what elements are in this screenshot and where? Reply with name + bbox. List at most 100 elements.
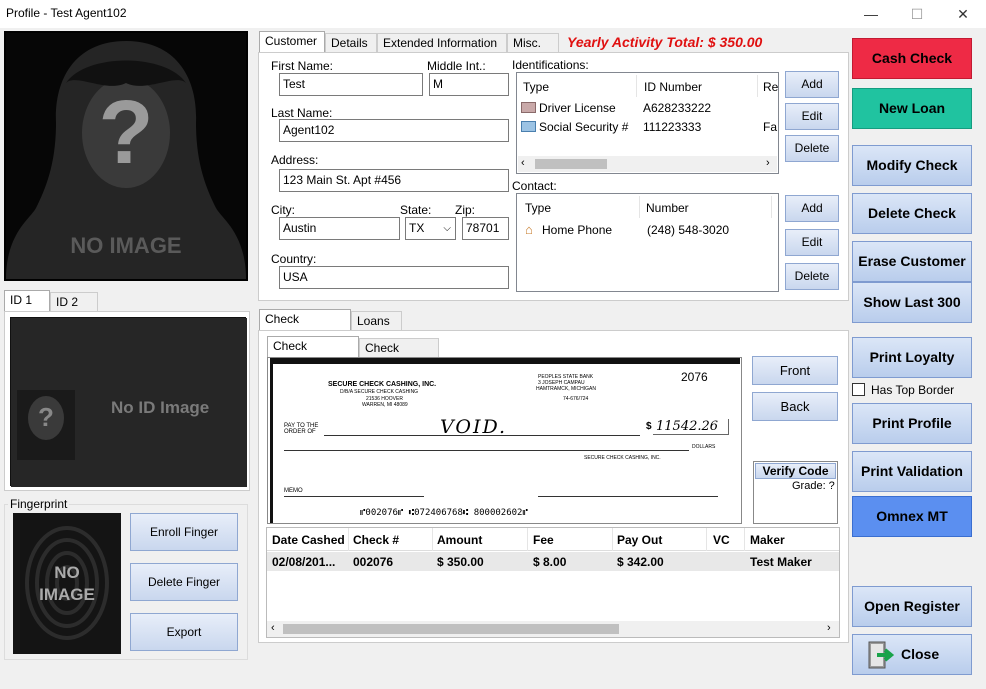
check-words-line: [284, 450, 689, 451]
delete-contact-button[interactable]: Delete: [785, 263, 839, 290]
last-name-label: Last Name:: [271, 106, 333, 120]
address-label: Address:: [271, 153, 319, 167]
id-extra: Fa: [763, 120, 778, 134]
city-field[interactable]: Austin: [279, 217, 400, 240]
fingerprint-image: NO IMAGE: [13, 513, 121, 654]
svg-text:?: ?: [99, 83, 154, 183]
add-contact-button[interactable]: Add: [785, 195, 839, 222]
middle-initial-field[interactable]: M: [429, 73, 509, 96]
new-loan-button[interactable]: New Loan: [852, 88, 972, 129]
close-button[interactable]: Close: [852, 634, 972, 675]
col-amount: Amount: [437, 533, 483, 547]
address-field[interactable]: 123 Main St. Apt #456: [279, 169, 509, 192]
front-button[interactable]: Front: [752, 356, 838, 385]
id-col-extra: Re: [763, 80, 779, 94]
id-col-type: Type: [523, 80, 550, 94]
enroll-finger-button[interactable]: Enroll Finger: [130, 513, 238, 551]
scrollbar-thumb[interactable]: [535, 159, 607, 169]
horizontal-scrollbar[interactable]: ‹ ›: [518, 156, 777, 172]
cash-check-button[interactable]: Cash Check: [852, 38, 972, 79]
check-image: SECURE CHECK CASHING, INC. D/B/A SECURE …: [267, 357, 742, 524]
scroll-right-icon[interactable]: ›: [827, 622, 831, 634]
check-order-of: ORDER OF: [284, 429, 316, 435]
id-col-number: ID Number: [644, 80, 703, 94]
check-routing-fraction: 74-676/724: [563, 396, 589, 402]
cell-amount: $ 350.00: [437, 555, 484, 569]
contact-number: (248) 548-3020: [647, 223, 730, 237]
delete-check-button[interactable]: Delete Check: [852, 193, 972, 234]
check-scan-edge: [270, 358, 740, 364]
edit-contact-button[interactable]: Edit: [785, 229, 839, 256]
table-header: Date Cashed Check # Amount Fee Pay Out V…: [267, 528, 839, 551]
print-validation-button[interactable]: Print Validation: [852, 451, 972, 492]
edit-id-button[interactable]: Edit: [785, 103, 839, 130]
scroll-left-icon[interactable]: ‹: [521, 157, 525, 169]
last-name-field[interactable]: Agent102: [279, 119, 509, 142]
first-name-label: First Name:: [271, 59, 334, 73]
scroll-right-icon[interactable]: ›: [766, 157, 770, 169]
check-company: SECURE CHECK CASHING, INC.: [328, 381, 437, 388]
cell-fee: $ 8.00: [533, 555, 567, 569]
check-scan-edge: [270, 364, 273, 523]
column-divider: [636, 75, 637, 97]
minimize-button[interactable]: —: [848, 0, 894, 28]
list-item[interactable]: ⌂ Home Phone (248) 548-3020: [523, 221, 773, 239]
checks-table: Date Cashed Check # Amount Fee Pay Out V…: [266, 527, 840, 638]
tab-check-cashing[interactable]: Check Cashing: [259, 309, 351, 344]
back-button[interactable]: Back: [752, 392, 838, 421]
tab-details[interactable]: Details: [325, 33, 377, 53]
cell-date-cashed: 02/08/201...: [272, 555, 336, 569]
export-button[interactable]: Export: [130, 613, 238, 651]
maximize-button[interactable]: ☐: [894, 0, 940, 28]
horizontal-scrollbar[interactable]: ‹ ›: [267, 621, 839, 637]
tab-misc[interactable]: Misc.: [507, 33, 559, 53]
column-divider: [612, 528, 613, 551]
zip-field[interactable]: 78701: [462, 217, 509, 240]
show-last-300-button[interactable]: Show Last 300: [852, 282, 972, 323]
id-image-caption: No ID Image: [111, 398, 210, 417]
table-row[interactable]: 02/08/201... 002076 $ 350.00 $ 8.00 $ 34…: [267, 552, 839, 571]
state-select[interactable]: TX ⌵: [405, 217, 456, 240]
tab-id2[interactable]: ID 2: [50, 292, 98, 312]
tab-customer[interactable]: Customer: [259, 31, 325, 53]
check-amount: 11542.26: [653, 419, 729, 435]
scroll-left-icon[interactable]: ‹: [271, 622, 275, 634]
close-label: Close: [901, 646, 940, 662]
zip-label: Zip:: [455, 203, 476, 217]
country-field[interactable]: USA: [279, 266, 509, 289]
contact-col-number: Number: [646, 201, 689, 215]
column-divider: [639, 196, 640, 218]
tab-id1[interactable]: ID 1: [4, 290, 50, 312]
column-divider: [744, 528, 745, 551]
tab-loans[interactable]: Loans: [351, 311, 402, 331]
check-dollars: DOLLARS: [692, 444, 716, 450]
erase-customer-button[interactable]: Erase Customer: [852, 241, 972, 282]
print-loyalty-button[interactable]: Print Loyalty: [852, 337, 972, 378]
id-number: A628233222: [643, 101, 712, 115]
list-item[interactable]: Driver License A628233222: [521, 100, 776, 118]
omnex-mt-button[interactable]: Omnex MT: [852, 496, 972, 537]
tab-check-search[interactable]: Check Search: [359, 338, 439, 373]
add-id-button[interactable]: Add: [785, 71, 839, 98]
close-window-button[interactable]: ✕: [940, 0, 986, 28]
col-fee: Fee: [533, 533, 554, 547]
list-item[interactable]: Social Security # 111223333 Fa: [521, 119, 778, 137]
tab-check-pictures[interactable]: Check Pictures: [267, 336, 359, 371]
contact-col-type: Type: [525, 201, 552, 215]
first-name-field[interactable]: Test: [279, 73, 423, 96]
home-icon: ⌂: [525, 222, 533, 237]
check-number: 2076: [681, 370, 708, 384]
verify-code-button[interactable]: Verify Code: [755, 463, 836, 479]
delete-finger-button[interactable]: Delete Finger: [130, 563, 238, 601]
has-top-border-checkbox[interactable]: [852, 383, 865, 396]
scrollbar-thumb[interactable]: [283, 624, 619, 634]
tab-extended-information[interactable]: Extended Information: [377, 33, 507, 53]
col-check-number: Check #: [353, 533, 400, 547]
title-bar: Profile - Test Agent102 — ☐ ✕: [0, 0, 986, 28]
contact-list: Type Number ⌂ Home Phone (248) 548-3020: [516, 193, 779, 292]
check-written: VOID.: [440, 416, 508, 438]
print-profile-button[interactable]: Print Profile: [852, 403, 972, 444]
modify-check-button[interactable]: Modify Check: [852, 145, 972, 186]
delete-id-button[interactable]: Delete: [785, 135, 839, 162]
open-register-button[interactable]: Open Register: [852, 586, 972, 627]
